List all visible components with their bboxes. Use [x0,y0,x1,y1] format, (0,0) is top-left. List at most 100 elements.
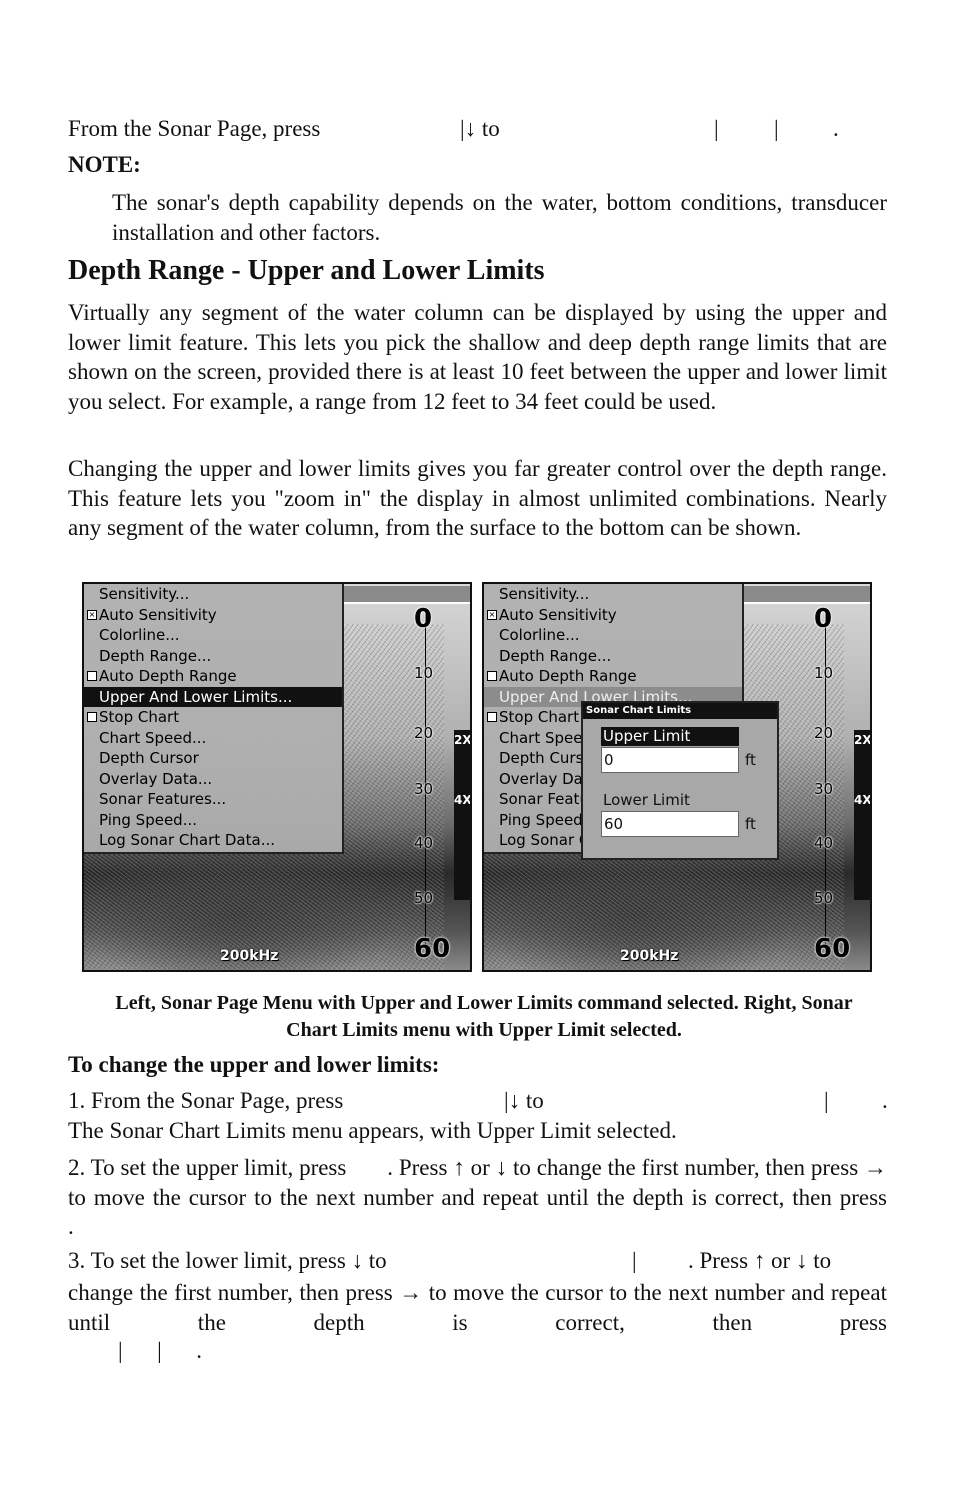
menu-item[interactable]: Upper And Lower Limits... [84,686,342,707]
menu-item[interactable]: Sonar Features... [84,789,342,810]
paragraph: Virtually any segment of the water colum… [68,300,887,415]
menu-item-label: Log Sonar Chart Data... [99,831,276,849]
note-text: The sonar's depth capability depends on … [112,190,887,245]
menu-item-label: Auto Depth Range [99,667,237,685]
depth-scale: 0 10 20 30 40 50 60 [414,604,450,970]
depth-label: 50 [414,889,434,907]
depth-label: 60 [814,934,851,964]
zoom-bar: 2X 4X [854,730,870,900]
lower-limit-input[interactable]: 60 [601,811,739,837]
menu-item[interactable]: Stop Chart [84,707,342,728]
menu-item[interactable]: × Auto Sensitivity [484,605,742,626]
frequency-label: 200kHz [620,948,679,964]
menu-item[interactable]: Chart Speed... [84,728,342,749]
menu-item[interactable]: × Auto Sensitivity [84,605,342,626]
depth-label: 10 [414,664,434,682]
menu-item-label: Stop Chart [499,708,580,726]
menu-item[interactable]: Sensitivity... [484,584,742,605]
step-text: 3. To set the lower limit, press ↓ to [68,1248,387,1273]
checkbox-icon[interactable] [487,712,497,722]
menu-item[interactable]: Depth Range... [84,646,342,667]
menu-item[interactable]: Ping Speed... [84,810,342,831]
depth-label: 20 [414,724,434,742]
frequency-label: 200kHz [220,948,279,964]
intro-text: . [833,116,839,141]
menu-item-label: Depth Range... [499,646,612,665]
section-title: Depth Range - Upper and Lower Limits [68,255,545,286]
note-label: NOTE: [68,152,141,177]
depth-label: 40 [814,834,834,852]
step-text: . [882,1088,888,1113]
depth-label: 0 [414,604,433,634]
manual-page: From the Sonar Page, press |↓ to | | . N… [0,0,954,1487]
sonar-screen-right: 0 10 20 30 40 50 60 2X 4X 200kHz Sensitivity...… [482,582,872,972]
menu-item-label: Sonar Features... [99,790,227,808]
menu-item[interactable]: Colorline... [484,625,742,646]
zoom-level-label[interactable]: 2X [854,734,870,746]
sonar-chart-limits-dialog: Sonar Chart Limits Upper Limit 0 ft Lowe… [581,701,779,860]
menu-item[interactable]: Depth Cursor [84,748,342,769]
menu-item-label: Auto Sensitivity [499,605,617,624]
menu-item[interactable]: Colorline... [84,625,342,646]
depth-label: 30 [814,780,834,798]
intro-text: |↓ to [460,116,500,141]
menu-item-label: Chart Speed... [99,728,207,747]
dialog-title: Sonar Chart Limits [583,703,777,719]
menu-item-label: Auto Depth Range [499,667,637,685]
checkbox-icon[interactable] [487,671,497,681]
menu-item[interactable]: Auto Depth Range [484,666,742,687]
depth-label: 60 [414,934,451,964]
sonar-screen-left: 0 10 20 30 40 50 60 2X 4X 200kHz Sensitivity...… [82,582,472,972]
zoom-level-label[interactable]: 4X [854,794,870,806]
step-text: | [824,1088,829,1113]
upper-limit-input[interactable]: 0 [601,747,739,773]
menu-item[interactable]: Auto Depth Range [84,666,342,687]
unit-label: ft [745,815,756,833]
zoom-level-label[interactable]: 2X [454,734,470,746]
menu-item-label: Upper And Lower Limits... [99,687,293,706]
checkbox-checked-icon[interactable]: × [487,609,497,620]
checkbox-icon[interactable] [87,712,97,722]
step-text: | | . [118,1338,202,1363]
menu-item[interactable]: Overlay Data... [84,769,342,790]
step-text: The Sonar Chart Limits menu appears, wit… [68,1118,677,1143]
step-text: 2. To set the upper limit, press . Press… [68,1155,928,1240]
depth-label: 50 [814,889,834,907]
menu-item[interactable]: Sensitivity... [84,584,342,605]
depth-label: 20 [814,724,834,742]
unit-label: ft [745,751,756,769]
steps-heading: To change the upper and lower limits: [68,1052,440,1077]
depth-label: 10 [814,664,834,682]
menu-item[interactable]: Log Sonar Chart Data... [84,830,342,851]
upper-limit-label[interactable]: Upper Limit [601,727,739,746]
menu-item-label: Colorline... [499,626,580,644]
step-text: 1. From the Sonar Page, press [68,1088,344,1113]
menu-item-label: Auto Sensitivity [99,605,217,624]
zoom-bar: 2X 4X [454,730,470,900]
menu-item-label: Depth Cursor [99,749,199,767]
lower-limit-label: Lower Limit [603,791,690,809]
menu-item-label: Depth Range... [99,646,212,665]
intro-text: From the Sonar Page, press [68,116,321,141]
figure-caption: Left, Sonar Page Menu with Upper and Low… [115,992,853,1041]
menu-item-label: Colorline... [99,626,180,644]
step-text: change the first number, then press → to… [68,1280,887,1335]
depth-label: 30 [414,780,434,798]
menu-item-label: Overlay Data... [99,769,213,788]
menu-item[interactable]: Depth Range... [484,646,742,667]
menu-item-label: Sensitivity... [99,585,190,603]
depth-label: 40 [414,834,434,852]
intro-text: | [714,116,719,141]
zoom-level-label[interactable]: 4X [454,794,470,806]
checkbox-icon[interactable] [87,671,97,681]
paragraph: Changing the upper and lower limits give… [68,456,887,541]
step-text: | [632,1248,637,1273]
step-text: |↓ to [504,1088,544,1113]
menu-item-label: Ping Speed... [99,810,198,829]
depth-scale: 0 10 20 30 40 50 60 [814,604,850,970]
sonar-menu: Sensitivity... × Auto Sensitivity Colorline… [84,584,344,854]
checkbox-checked-icon[interactable]: × [87,609,97,620]
menu-item-label: Stop Chart [99,708,180,726]
intro-text: | [774,116,779,141]
menu-item-label: Sensitivity... [499,585,590,603]
